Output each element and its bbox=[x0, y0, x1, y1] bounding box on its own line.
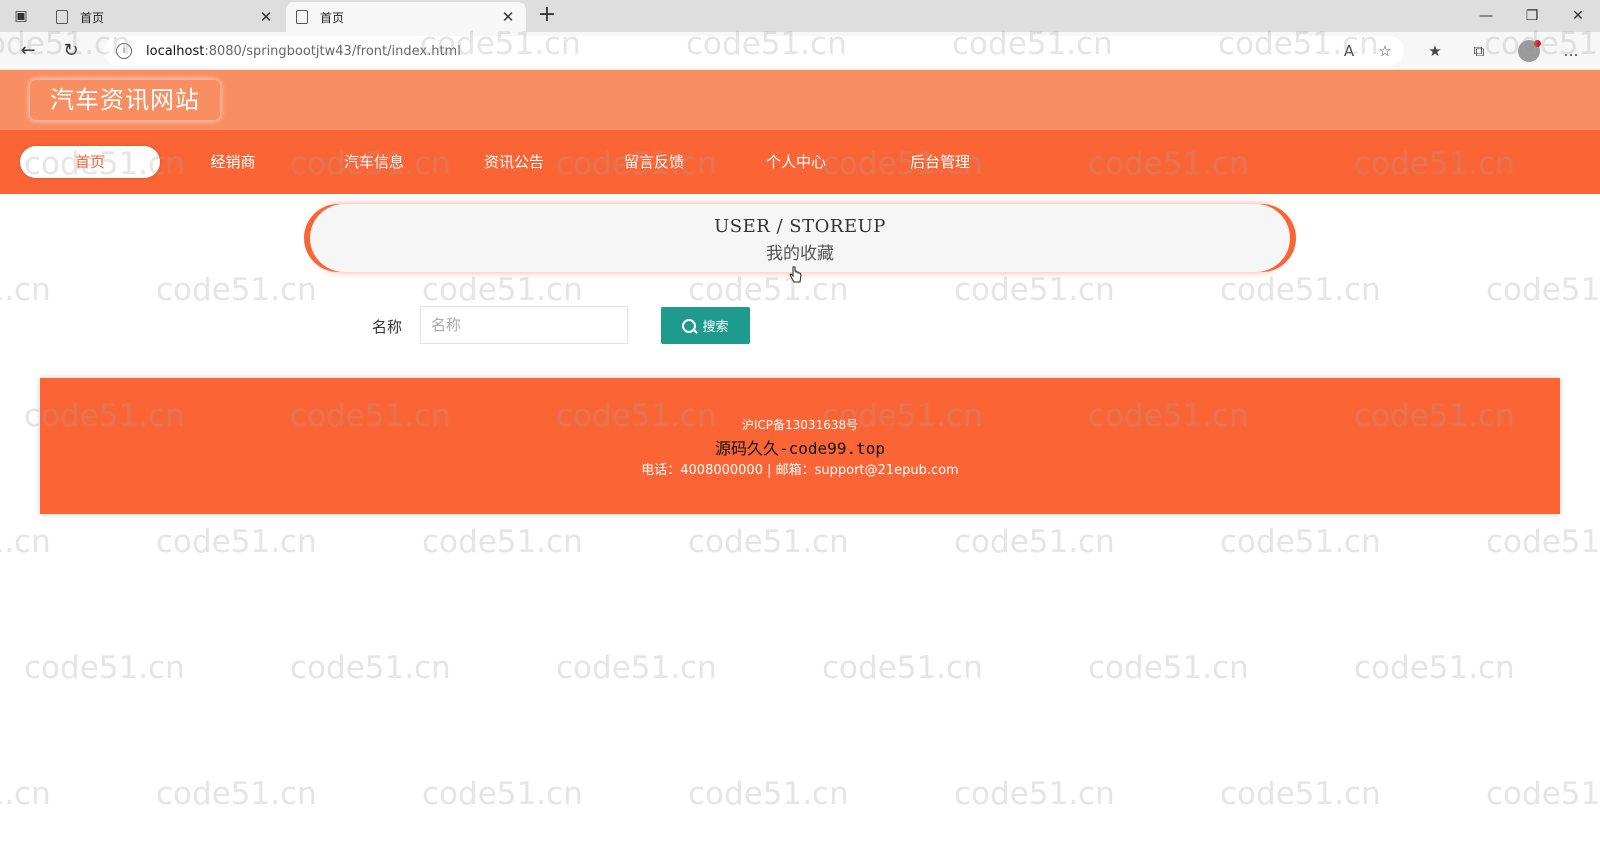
url-host: localhost bbox=[146, 43, 205, 59]
site-title[interactable]: 汽车资讯网站 bbox=[30, 80, 220, 120]
tab-title: 首页 bbox=[80, 10, 105, 25]
nav-item-dealers[interactable]: 经销商 bbox=[192, 146, 274, 178]
watermark: code51.cn bbox=[0, 524, 51, 560]
url-path: :8080/springbootjtw43/front/index.html bbox=[204, 43, 461, 59]
read-aloud-icon[interactable]: A bbox=[1338, 41, 1360, 61]
nav-item-admin[interactable]: 后台管理 bbox=[892, 146, 988, 178]
page-title-en: USER / STOREUP bbox=[714, 216, 886, 237]
watermark: code51.cn bbox=[1220, 524, 1381, 560]
watermark: code51.cn bbox=[556, 650, 717, 686]
watermark: code51.cn bbox=[954, 524, 1115, 560]
search-icon bbox=[682, 318, 697, 333]
watermark: code51.cn bbox=[156, 776, 317, 812]
watermark: code51.cn bbox=[688, 272, 849, 308]
footer-contact: 电话：4008000000 | 邮箱：support@21epub.com bbox=[641, 463, 959, 478]
watermark: code51.cn bbox=[1486, 272, 1600, 308]
collections-icon[interactable]: ⧉ bbox=[1468, 41, 1490, 61]
close-window-button[interactable]: ✕ bbox=[1558, 4, 1598, 28]
main-nav: 首页 经销商 汽车信息 资讯公告 留言反馈 个人中心 后台管理 bbox=[0, 130, 1600, 194]
site-header: 汽车资讯网站 bbox=[0, 70, 1600, 130]
watermark: code51.cn bbox=[1220, 776, 1381, 812]
page-title: 我的收藏 bbox=[766, 244, 834, 264]
watermark: code51.cn bbox=[1486, 776, 1600, 812]
tab-title: 首页 bbox=[320, 10, 345, 25]
restore-button[interactable]: ❐ bbox=[1512, 4, 1552, 28]
page-title-banner: USER / STOREUP 我的收藏 bbox=[310, 204, 1290, 272]
footer: 沪ICP备13031638号 源码久久-code99.top 电话：400800… bbox=[40, 378, 1560, 514]
watermark: code51.cn bbox=[24, 650, 185, 686]
close-icon[interactable]: ✕ bbox=[258, 8, 274, 26]
watermark: code51.cn bbox=[954, 776, 1115, 812]
new-tab-button[interactable]: + bbox=[534, 3, 560, 29]
footer-brand: 源码久久-code99.top bbox=[715, 439, 885, 458]
watermark: code51.cn bbox=[954, 272, 1115, 308]
watermark: code51.cn bbox=[156, 524, 317, 560]
back-icon[interactable]: ← bbox=[15, 39, 41, 63]
minimize-button[interactable]: — bbox=[1466, 4, 1506, 28]
watermark: code51.cn bbox=[688, 524, 849, 560]
nav-item-car-info[interactable]: 汽车信息 bbox=[326, 146, 422, 178]
search-button-label: 搜索 bbox=[702, 319, 729, 334]
watermark: code51.cn bbox=[822, 650, 983, 686]
watermark: code51.cn bbox=[422, 272, 583, 308]
notification-dot bbox=[1534, 40, 1541, 47]
tab-actions-icon[interactable]: ▣ bbox=[12, 7, 30, 25]
watermark: code51.cn bbox=[0, 776, 51, 812]
watermark: code51.cn bbox=[156, 272, 317, 308]
watermark: code51.cn bbox=[1220, 272, 1381, 308]
page-icon bbox=[56, 10, 68, 24]
search-input[interactable] bbox=[420, 306, 628, 344]
watermark: code51.cn bbox=[688, 776, 849, 812]
add-favorite-icon[interactable]: ☆ bbox=[1374, 41, 1396, 61]
refresh-icon[interactable]: ↻ bbox=[58, 39, 84, 63]
nav-item-news[interactable]: 资讯公告 bbox=[466, 146, 562, 178]
watermark: code51.cn bbox=[1088, 650, 1249, 686]
browser-toolbar: ← ↻ i localhost :8080/springbootjtw43/fr… bbox=[0, 32, 1600, 70]
favorites-icon[interactable]: ★ bbox=[1424, 41, 1446, 61]
browser-tab-1[interactable]: 首页 ✕ bbox=[46, 2, 284, 32]
browser-tab-2[interactable]: 首页 ✕ bbox=[286, 2, 526, 32]
nav-item-home[interactable]: 首页 bbox=[20, 146, 160, 178]
watermark: code51.cn bbox=[290, 650, 451, 686]
footer-icp: 沪ICP备13031638号 bbox=[741, 418, 859, 432]
page-icon bbox=[296, 10, 308, 24]
more-menu-icon[interactable]: … bbox=[1560, 41, 1582, 61]
watermark: code51.cn bbox=[0, 272, 51, 308]
search-button[interactable]: 搜索 bbox=[661, 307, 750, 344]
watermark: code51.cn bbox=[422, 524, 583, 560]
address-bar[interactable]: i localhost :8080/springbootjtw43/front/… bbox=[104, 36, 1404, 66]
watermark: code51.cn bbox=[1486, 524, 1600, 560]
site-info-icon[interactable]: i bbox=[116, 43, 132, 59]
search-label: 名称 bbox=[372, 318, 403, 336]
close-icon[interactable]: ✕ bbox=[500, 8, 516, 26]
watermark: code51.cn bbox=[422, 776, 583, 812]
nav-item-feedback[interactable]: 留言反馈 bbox=[606, 146, 702, 178]
browser-tab-strip: ▣ 首页 ✕ 首页 ✕ + — ❐ ✕ bbox=[0, 0, 1600, 32]
nav-item-profile[interactable]: 个人中心 bbox=[748, 146, 844, 178]
watermark: code51.cn bbox=[1354, 650, 1515, 686]
